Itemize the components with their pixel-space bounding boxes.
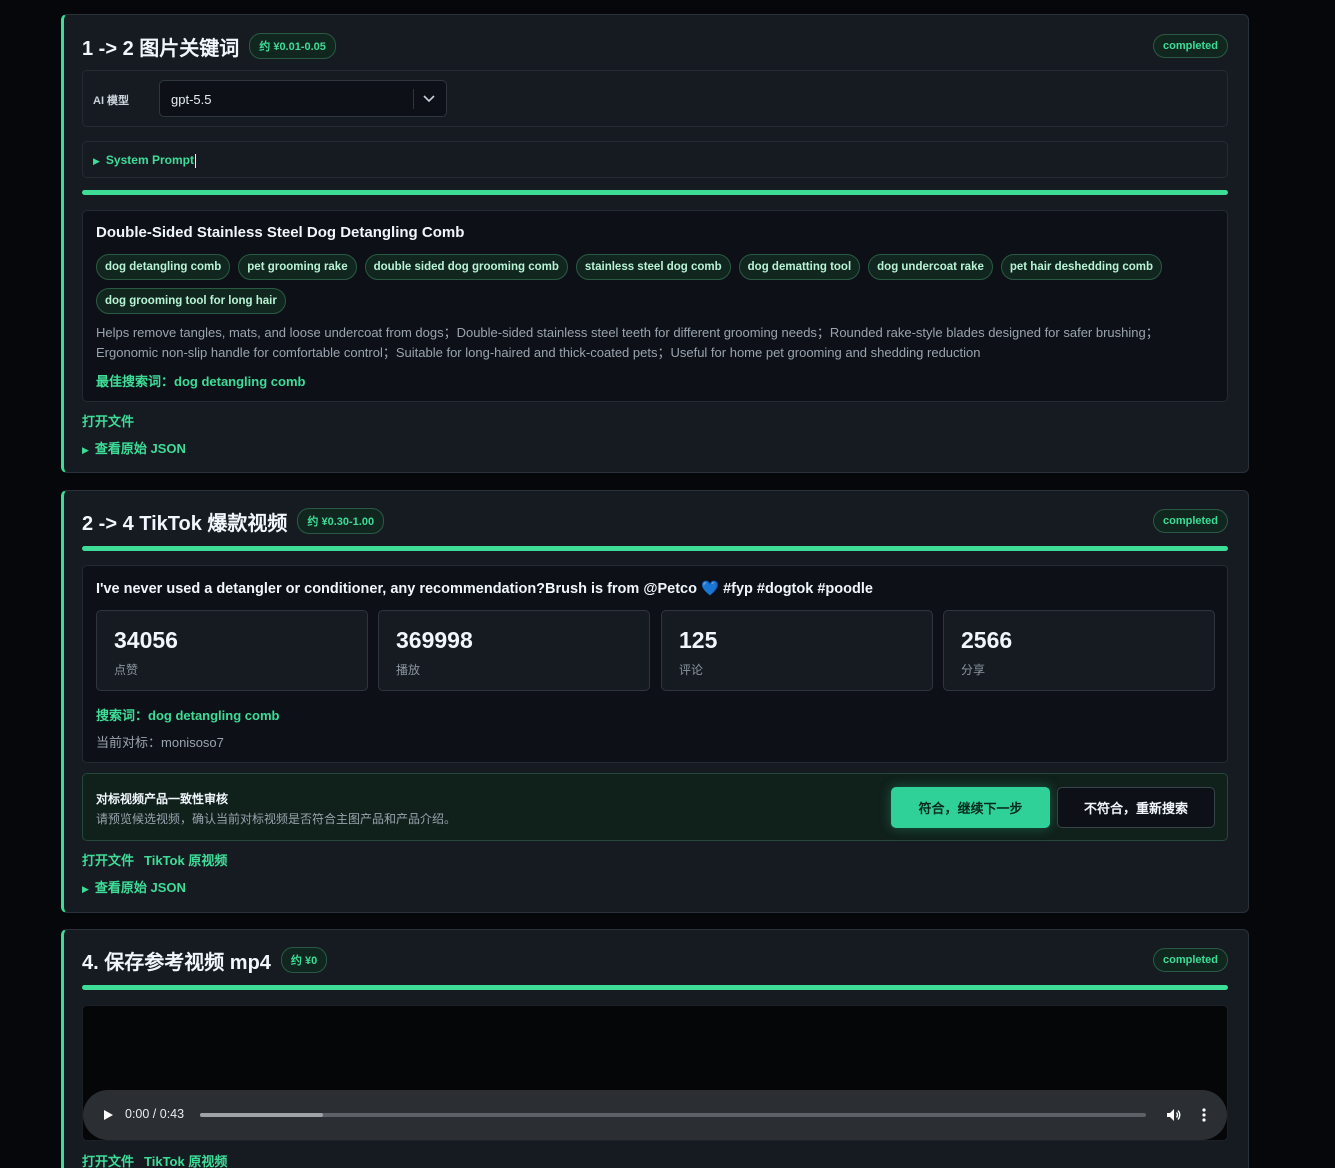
- model-label: AI 模型: [93, 95, 130, 107]
- stat-value: 34056: [114, 627, 178, 653]
- stat-comments: 125 评论: [661, 610, 933, 691]
- volume-icon[interactable]: [1166, 1107, 1182, 1123]
- model-select[interactable]: gpt-5.5: [159, 80, 447, 117]
- card-header: 1 -> 2 图片关键词 约 ¥0.01-0.05 completed: [82, 33, 1228, 60]
- product-title: Double-Sided Stainless Steel Dog Detangl…: [96, 224, 465, 241]
- stat-plays: 369998 播放: [378, 610, 650, 691]
- stat-label: 评论: [679, 663, 704, 677]
- review-description: 请预览候选视频，确认当前对标视频是否符合主图产品和产品介绍。: [96, 812, 457, 826]
- card-tiktok-videos: 2 -> 4 TikTok 爆款视频 约 ¥0.30-1.00 complete…: [61, 490, 1249, 913]
- reject-research-button[interactable]: 不符合，重新搜索: [1057, 787, 1215, 828]
- benchmark-value: monisoso7: [161, 735, 224, 750]
- stat-label: 分享: [961, 663, 986, 677]
- system-prompt-toggle[interactable]: ▶ System Prompt: [82, 141, 1228, 178]
- progress-bar: [82, 985, 1228, 990]
- open-file-link[interactable]: 打开文件: [82, 414, 134, 429]
- keyword-tag: dog grooming tool for long hair: [96, 288, 286, 314]
- keyword-result-panel: Double-Sided Stainless Steel Dog Detangl…: [82, 210, 1228, 402]
- keyword-tag: dog detangling comb: [96, 254, 231, 280]
- model-select-value: gpt-5.5: [171, 92, 212, 107]
- card-save-video: 4. 保存参考视频 mp4 约 ¥0 completed 0:00 / 0:43: [61, 929, 1249, 1168]
- keyword-tag: pet hair deshedding comb: [1000, 254, 1162, 280]
- player-seek-bar[interactable]: [200, 1113, 1146, 1117]
- search-keyword: 搜索词：dog detangling comb: [96, 705, 279, 724]
- best-keyword: 最佳搜索词：dog detangling comb: [96, 371, 305, 390]
- stat-value: 369998: [396, 627, 473, 653]
- video-player[interactable]: 0:00 / 0:43: [82, 1005, 1228, 1141]
- video-result-panel: I've never used a detangler or condition…: [82, 565, 1228, 763]
- progress-bar: [82, 546, 1228, 551]
- player-controls: 0:00 / 0:43: [83, 1090, 1227, 1140]
- caret-right-icon: ▶: [82, 445, 89, 455]
- keyword-tag: double sided dog grooming comb: [364, 254, 568, 280]
- consistency-review-panel: 对标视频产品一致性审核 请预览候选视频，确认当前对标视频是否符合主图产品和产品介…: [82, 773, 1228, 841]
- raw-json-toggle[interactable]: ▶ 查看原始 JSON: [82, 877, 196, 896]
- cost-badge: 约 ¥0.01-0.05: [249, 33, 336, 59]
- accept-continue-button[interactable]: 符合，继续下一步: [891, 787, 1050, 828]
- raw-json-label: 查看原始 JSON: [94, 880, 186, 895]
- status-badge: completed: [1152, 34, 1228, 58]
- product-description: Helps remove tangles, mats, and loose un…: [96, 325, 1159, 360]
- cost-badge: 约 ¥0: [280, 947, 328, 973]
- stat-likes: 34056 点赞: [96, 610, 368, 691]
- current-benchmark: 当前对标：monisoso7: [96, 732, 224, 751]
- card-links: 打开文件 TikTok 原视频: [82, 850, 237, 869]
- card-title: 4. 保存参考视频 mp4: [82, 951, 271, 974]
- card-links: 打开文件 TikTok 原视频: [82, 1151, 237, 1168]
- stat-label: 播放: [396, 663, 421, 677]
- search-keyword-value: dog detangling comb: [148, 708, 280, 723]
- caret-right-icon: ▶: [82, 884, 89, 894]
- caret-right-icon: ▶: [93, 156, 100, 166]
- status-badge: completed: [1152, 509, 1228, 533]
- best-keyword-value: dog detangling comb: [174, 374, 306, 389]
- cost-badge: 约 ¥0.30-1.00: [297, 508, 385, 534]
- stat-value: 125: [679, 627, 718, 653]
- card-links: 打开文件: [82, 411, 144, 430]
- keyword-tag: stainless steel dog comb: [575, 254, 731, 280]
- keyword-tags: dog detangling comb pet grooming rake do…: [96, 254, 1207, 314]
- keyword-tag: pet grooming rake: [238, 254, 357, 280]
- best-keyword-label: 最佳搜索词：: [96, 374, 175, 389]
- review-title: 对标视频产品一致性审核: [96, 792, 229, 806]
- video-caption: I've never used a detangler or condition…: [96, 581, 873, 597]
- card-title: 1 -> 2 图片关键词: [82, 37, 240, 60]
- card-header: 4. 保存参考视频 mp4 约 ¥0 completed: [82, 947, 1228, 974]
- play-icon[interactable]: [102, 1109, 114, 1121]
- model-config-panel: AI 模型 gpt-5.5: [82, 70, 1228, 127]
- card-image-keywords: 1 -> 2 图片关键词 约 ¥0.01-0.05 completed AI 模…: [61, 14, 1249, 473]
- card-header: 2 -> 4 TikTok 爆款视频 约 ¥0.30-1.00 complete…: [82, 508, 1228, 535]
- status-badge: completed: [1152, 948, 1228, 972]
- progress-bar: [82, 190, 1228, 195]
- system-prompt-label: System Prompt: [105, 153, 194, 167]
- raw-json-toggle[interactable]: ▶ 查看原始 JSON: [82, 438, 196, 457]
- keyword-tag: dog undercoat rake: [868, 254, 993, 280]
- open-file-link[interactable]: 打开文件: [82, 853, 134, 868]
- tiktok-original-link[interactable]: TikTok 原视频: [144, 853, 227, 868]
- keyword-tag: dog dematting tool: [738, 254, 861, 280]
- player-time: 0:00 / 0:43: [125, 1107, 185, 1121]
- stat-shares: 2566 分享: [943, 610, 1215, 691]
- chevron-down-icon: [423, 95, 435, 103]
- player-seek-buffered: [200, 1113, 323, 1117]
- card-title: 2 -> 4 TikTok 爆款视频: [82, 512, 288, 535]
- search-keyword-label: 搜索词：: [96, 708, 149, 723]
- open-file-link[interactable]: 打开文件: [82, 1154, 134, 1168]
- tiktok-original-link[interactable]: TikTok 原视频: [144, 1154, 227, 1168]
- stat-label: 点赞: [114, 663, 139, 677]
- raw-json-label: 查看原始 JSON: [94, 441, 186, 456]
- stat-value: 2566: [961, 627, 1013, 653]
- more-vertical-icon[interactable]: [1201, 1107, 1207, 1123]
- benchmark-label: 当前对标：: [96, 735, 162, 750]
